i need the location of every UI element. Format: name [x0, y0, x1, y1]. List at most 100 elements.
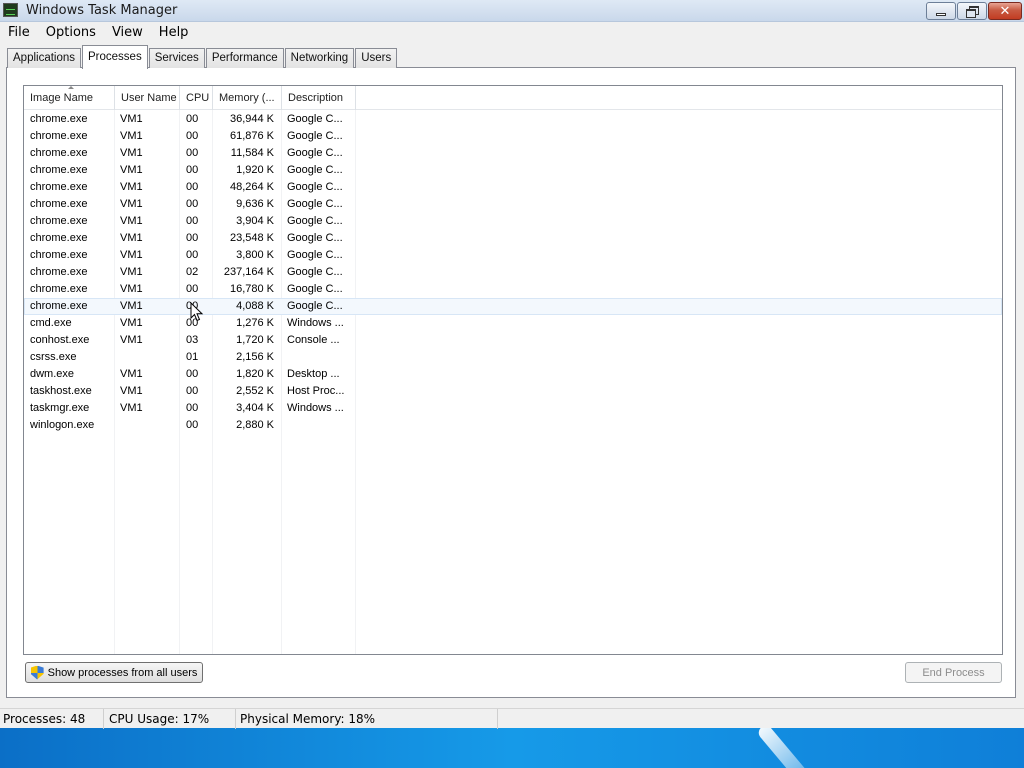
- menu-help[interactable]: Help: [151, 25, 197, 40]
- process-memory: 3,404 K: [236, 402, 274, 414]
- process-image-name: taskmgr.exe: [30, 402, 90, 414]
- table-row[interactable]: csrss.exe 01 2,156 K: [24, 349, 1002, 366]
- process-description: Console ...: [287, 334, 340, 346]
- status-bar: Processes: 48 CPU Usage: 17% Physical Me…: [0, 708, 1024, 729]
- process-user-name: VM1: [120, 113, 143, 125]
- process-image-name: chrome.exe: [30, 130, 88, 142]
- menu-options[interactable]: Options: [38, 25, 104, 40]
- table-row[interactable]: taskhost.exe VM1 00 2,552 K Host Proc...: [24, 383, 1002, 400]
- table-row[interactable]: chrome.exe VM1 00 3,904 K Google C...: [24, 213, 1002, 230]
- process-user-name: VM1: [120, 402, 143, 414]
- process-cpu: 02: [186, 266, 199, 278]
- process-user-name: VM1: [120, 232, 143, 244]
- table-row[interactable]: taskmgr.exe VM1 00 3,404 K Windows ...: [24, 400, 1002, 417]
- process-image-name: winlogon.exe: [30, 419, 95, 431]
- table-row[interactable]: chrome.exe VM1 00 1,920 K Google C...: [24, 162, 1002, 179]
- minimize-button[interactable]: [926, 2, 956, 20]
- tab-applications[interactable]: Applications: [7, 48, 82, 68]
- maximize-button[interactable]: [957, 2, 987, 20]
- process-user-name: VM1: [120, 147, 143, 159]
- process-description: Google C...: [287, 130, 343, 142]
- table-row[interactable]: chrome.exe VM1 00 61,876 K Google C...: [24, 128, 1002, 145]
- table-row[interactable]: cmd.exe VM1 00 1,276 K Windows ...: [24, 315, 1002, 332]
- process-image-name: chrome.exe: [30, 283, 88, 295]
- process-description: Google C...: [287, 232, 343, 244]
- table-row[interactable]: chrome.exe VM1 00 3,800 K Google C...: [24, 247, 1002, 264]
- process-description: Google C...: [287, 198, 343, 210]
- column-label: User Name: [121, 92, 177, 104]
- process-memory: 3,800 K: [236, 249, 274, 261]
- column-cpu[interactable]: CPU: [180, 86, 213, 110]
- process-image-name: chrome.exe: [30, 249, 88, 261]
- process-user-name: VM1: [120, 385, 143, 397]
- process-image-name: chrome.exe: [30, 198, 88, 210]
- tab-performance[interactable]: Performance: [205, 48, 284, 68]
- column-label: Description: [288, 92, 344, 104]
- process-image-name: chrome.exe: [30, 147, 88, 159]
- process-memory: 11,584 K: [230, 147, 274, 159]
- process-description: Desktop ...: [287, 368, 340, 380]
- process-description: Google C...: [287, 266, 343, 278]
- process-memory: 2,156 K: [236, 351, 274, 363]
- process-description: Google C...: [287, 113, 343, 125]
- table-row[interactable]: winlogon.exe 00 2,880 K: [24, 417, 1002, 434]
- column-description[interactable]: Description: [282, 86, 356, 110]
- table-row[interactable]: chrome.exe VM1 00 4,088 K Google C...: [24, 298, 1002, 315]
- process-image-name: csrss.exe: [30, 351, 77, 363]
- table-row[interactable]: chrome.exe VM1 00 23,548 K Google C...: [24, 230, 1002, 247]
- table-row[interactable]: chrome.exe VM1 00 48,264 K Google C...: [24, 179, 1002, 196]
- process-cpu: 00: [186, 419, 199, 431]
- column-user-name[interactable]: User Name: [115, 86, 180, 110]
- table-row[interactable]: chrome.exe VM1 02 237,164 K Google C...: [24, 264, 1002, 281]
- tab-users[interactable]: Users: [355, 48, 398, 68]
- process-image-name: chrome.exe: [30, 113, 88, 125]
- process-description: Host Proc...: [287, 385, 345, 397]
- process-memory: 1,276 K: [236, 317, 274, 329]
- process-memory: 16,780 K: [229, 283, 274, 295]
- process-memory: 3,904 K: [236, 215, 274, 227]
- process-description: Google C...: [287, 215, 343, 227]
- table-row[interactable]: chrome.exe VM1 00 11,584 K Google C...: [24, 145, 1002, 162]
- process-memory: 2,552 K: [236, 385, 274, 397]
- process-image-name: chrome.exe: [30, 164, 88, 176]
- process-memory: 1,920 K: [236, 164, 274, 176]
- show-all-users-label: Show processes from all users: [47, 666, 198, 679]
- process-description: Google C...: [287, 249, 343, 261]
- tab-processes[interactable]: Processes: [82, 45, 148, 69]
- column-memory[interactable]: Memory (...: [213, 86, 282, 110]
- process-memory: 36,944 K: [229, 113, 274, 125]
- menu-file[interactable]: File: [0, 25, 38, 40]
- table-row[interactable]: chrome.exe VM1 00 16,780 K Google C...: [24, 281, 1002, 298]
- tab-services[interactable]: Services: [148, 48, 205, 68]
- show-all-users-button[interactable]: Show processes from all users: [25, 662, 203, 683]
- column-image-name[interactable]: Image Name: [24, 86, 115, 110]
- process-list[interactable]: Image Name User Name CPU Memory (... Des…: [23, 85, 1003, 655]
- process-cpu: 00: [186, 283, 199, 295]
- process-image-name: cmd.exe: [30, 317, 72, 329]
- uac-shield-icon: [30, 665, 44, 680]
- task-manager-window: Windows Task Manager ✕ File Options View…: [0, 0, 1024, 729]
- title-bar[interactable]: Windows Task Manager ✕: [0, 0, 1024, 22]
- process-memory: 237,164 K: [223, 266, 274, 278]
- table-row[interactable]: dwm.exe VM1 00 1,820 K Desktop ...: [24, 366, 1002, 383]
- table-row[interactable]: conhost.exe VM1 03 1,720 K Console ...: [24, 332, 1002, 349]
- process-user-name: VM1: [120, 181, 143, 193]
- process-cpu: 00: [186, 164, 199, 176]
- process-image-name: chrome.exe: [30, 266, 88, 278]
- close-button[interactable]: ✕: [988, 2, 1022, 20]
- process-cpu: 00: [186, 113, 199, 125]
- menu-view[interactable]: View: [104, 25, 151, 40]
- table-row[interactable]: chrome.exe VM1 00 36,944 K Google C...: [24, 111, 1002, 128]
- status-processes: Processes: 48: [0, 709, 104, 729]
- process-cpu: 00: [186, 198, 199, 210]
- tab-networking[interactable]: Networking: [284, 48, 355, 68]
- process-user-name: VM1: [120, 130, 143, 142]
- process-user-name: VM1: [120, 368, 143, 380]
- close-icon: ✕: [999, 3, 1011, 19]
- table-row[interactable]: chrome.exe VM1 00 9,636 K Google C...: [24, 196, 1002, 213]
- process-cpu: 03: [186, 334, 199, 346]
- process-user-name: VM1: [120, 164, 143, 176]
- end-process-button[interactable]: End Process: [905, 662, 1002, 683]
- restore-icon: [966, 6, 979, 18]
- process-image-name: chrome.exe: [30, 232, 88, 244]
